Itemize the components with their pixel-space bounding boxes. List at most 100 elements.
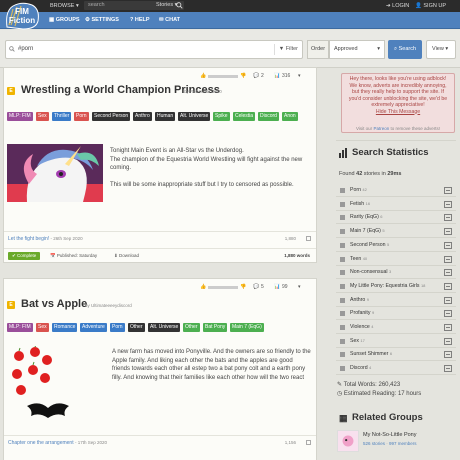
story-tag[interactable]: Anthro — [133, 112, 152, 121]
story-search-input[interactable]: #porn ▼ Filter — [5, 40, 303, 59]
tag-filter-icon[interactable] — [444, 228, 452, 235]
tag-filter-icon[interactable] — [444, 269, 452, 277]
search-button[interactable]: ⌕ Search — [388, 40, 422, 59]
order-select[interactable]: Approved ▾ — [329, 40, 385, 59]
story-tag[interactable]: Other — [128, 323, 145, 332]
tag-filter-icon[interactable] — [444, 324, 452, 331]
groups-icon: ▦ — [339, 413, 348, 423]
group-name[interactable]: My Not-So-Little Pony — [363, 432, 417, 438]
tag-stat-name[interactable]: Teen 40 — [350, 256, 367, 262]
story-tag[interactable]: Other — [183, 323, 200, 332]
tag-stat-row: Profanity 9 — [336, 308, 456, 321]
nav-help[interactable]: ? HELP — [130, 17, 150, 23]
chevron-down-icon: ▾ — [445, 46, 449, 52]
patreon-link[interactable]: Patreon — [373, 126, 389, 131]
tag-stat-name[interactable]: Rarity (EqG) 6 — [350, 214, 383, 220]
tag-stat-name[interactable]: Profanity 9 — [350, 310, 374, 316]
story-tag[interactable]: Adventure — [80, 323, 107, 332]
tag-filter-icon[interactable] — [444, 187, 452, 194]
chapter-words: 1,156 — [284, 440, 296, 445]
story-author[interactable]: by Ultimateeeeydiscord — [85, 303, 132, 308]
story-tag[interactable]: Bat Pony — [203, 323, 228, 332]
nav-settings[interactable]: ⚙ SETTINGS — [85, 17, 119, 23]
tag-stat-row: Fetish 16 — [336, 199, 456, 211]
tag-stat-name[interactable]: Sex 17 — [350, 338, 365, 344]
read-checkbox[interactable] — [306, 236, 311, 241]
signup-link[interactable]: 👤 SIGN UP — [415, 2, 446, 10]
group-thumbnail — [337, 430, 359, 452]
tag-icon — [340, 229, 345, 235]
fimfiction-logo[interactable]: FIM Fiction — [3, 1, 41, 31]
tag-filter-icon[interactable] — [444, 214, 452, 222]
group-item[interactable]: My Not-So-Little Pony 526 stories · 997 … — [337, 430, 457, 460]
stories-select[interactable]: Stories ▾ — [156, 2, 177, 8]
thumbs-down-icon: 👎 — [240, 73, 247, 79]
tag-filter-icon[interactable] — [444, 365, 452, 372]
thumbs-down-icon: 👎 — [240, 284, 247, 290]
story-tag[interactable]: Main 7 (EqG) — [230, 323, 264, 332]
browse-menu[interactable]: BROWSE ▾ — [50, 2, 79, 10]
chapter-link[interactable]: Let the fight begin! - 26th Sep 2020 — [8, 236, 83, 242]
story-cover-image[interactable] — [7, 144, 103, 202]
tag-stat-name[interactable]: Fetish 16 — [350, 201, 370, 207]
tag-stat-name[interactable]: Violence 4 — [350, 324, 374, 330]
story-tag[interactable]: Sex — [36, 112, 49, 121]
nav-groups[interactable]: ▦ GROUPS — [49, 17, 80, 23]
story-tag[interactable]: Second Person — [92, 112, 131, 121]
story-tag[interactable]: Sex — [36, 323, 49, 332]
story-cover-image[interactable] — [9, 346, 87, 424]
nav-chat[interactable]: ✉ CHAT — [159, 17, 180, 23]
tag-icon — [340, 297, 345, 303]
hide-message-link[interactable]: Hide This Message — [376, 109, 420, 115]
story-tag[interactable]: Porn — [110, 323, 125, 332]
story-tag[interactable]: Discord — [258, 112, 279, 121]
tag-filter-icon[interactable] — [444, 241, 452, 249]
read-checkbox[interactable] — [306, 440, 311, 445]
tag-filter-icon[interactable] — [444, 200, 452, 208]
tag-stat-name[interactable]: Non-consensual 3 — [350, 269, 391, 275]
tag-stat-name[interactable]: Porn 42 — [350, 187, 367, 193]
tag-filter-icon[interactable] — [444, 282, 452, 290]
tag-icon — [340, 215, 345, 221]
bookmark-icon[interactable]: ▾ — [298, 282, 301, 292]
story-title[interactable]: Bat vs Apple — [21, 298, 87, 310]
tag-filter-icon[interactable] — [444, 351, 452, 359]
tag-stat-name[interactable]: Anthro 9 — [350, 297, 369, 303]
tag-stat-name[interactable]: Second Person 5 — [350, 242, 389, 248]
tag-icon — [340, 352, 345, 358]
bookmark-icon[interactable]: ▾ — [298, 71, 301, 81]
search-icon[interactable] — [176, 2, 183, 9]
story-tag[interactable]: MLP: FIM — [7, 112, 33, 121]
story-author[interactable]: by Robosman3000 — [184, 89, 222, 94]
story-tag[interactable]: Porn — [74, 112, 89, 121]
filter-button[interactable]: ▼ Filter — [273, 44, 298, 55]
chapter-link[interactable]: Chapter one the arrangement - 17th Sep 2… — [8, 440, 107, 446]
story-title-row: E Wrestling a World Champion Princess by… — [7, 84, 307, 98]
tag-stat-name[interactable]: My Little Pony: Equestria Girls 18 — [350, 283, 425, 289]
tag-filter-icon[interactable] — [444, 255, 452, 263]
story-tag[interactable]: Spike — [213, 112, 230, 121]
search-icon — [9, 46, 15, 52]
rating-bar — [208, 286, 238, 289]
login-link[interactable]: ➔ LOGIN — [386, 2, 409, 10]
tag-filter-icon[interactable] — [444, 296, 452, 304]
tag-filter-icon[interactable] — [444, 310, 452, 318]
tag-stat-name[interactable]: Main 7 (EqG) 5 — [350, 228, 385, 234]
story-tag[interactable]: Celestia — [233, 112, 256, 121]
story-tag[interactable]: Anon — [282, 112, 298, 121]
tag-filter-icon[interactable] — [444, 337, 452, 345]
download-button[interactable]: ⬇ Download — [114, 253, 139, 259]
story-tag[interactable]: MLP: FIM — [7, 323, 33, 332]
story-tag[interactable]: Human — [155, 112, 176, 121]
story-tag[interactable]: Alt. Universe — [148, 323, 181, 332]
story-tag[interactable]: Romance — [52, 323, 78, 332]
tag-icon — [340, 188, 345, 193]
chapter-row: Chapter one the arrangement - 17th Sep 2… — [4, 435, 316, 449]
tag-stat-name[interactable]: Discord 4 — [350, 365, 371, 371]
view-button[interactable]: View ▾ — [426, 40, 456, 59]
tag-stat-name[interactable]: Sunset Shimmer 6 — [350, 351, 392, 357]
thumbs-icon: 👍 — [200, 284, 207, 290]
story-tag[interactable]: Alt. Universe — [178, 112, 211, 121]
story-tag[interactable]: Thriller — [52, 112, 72, 121]
patreon-note: Visit our Patreon to remove these advert… — [355, 126, 440, 131]
